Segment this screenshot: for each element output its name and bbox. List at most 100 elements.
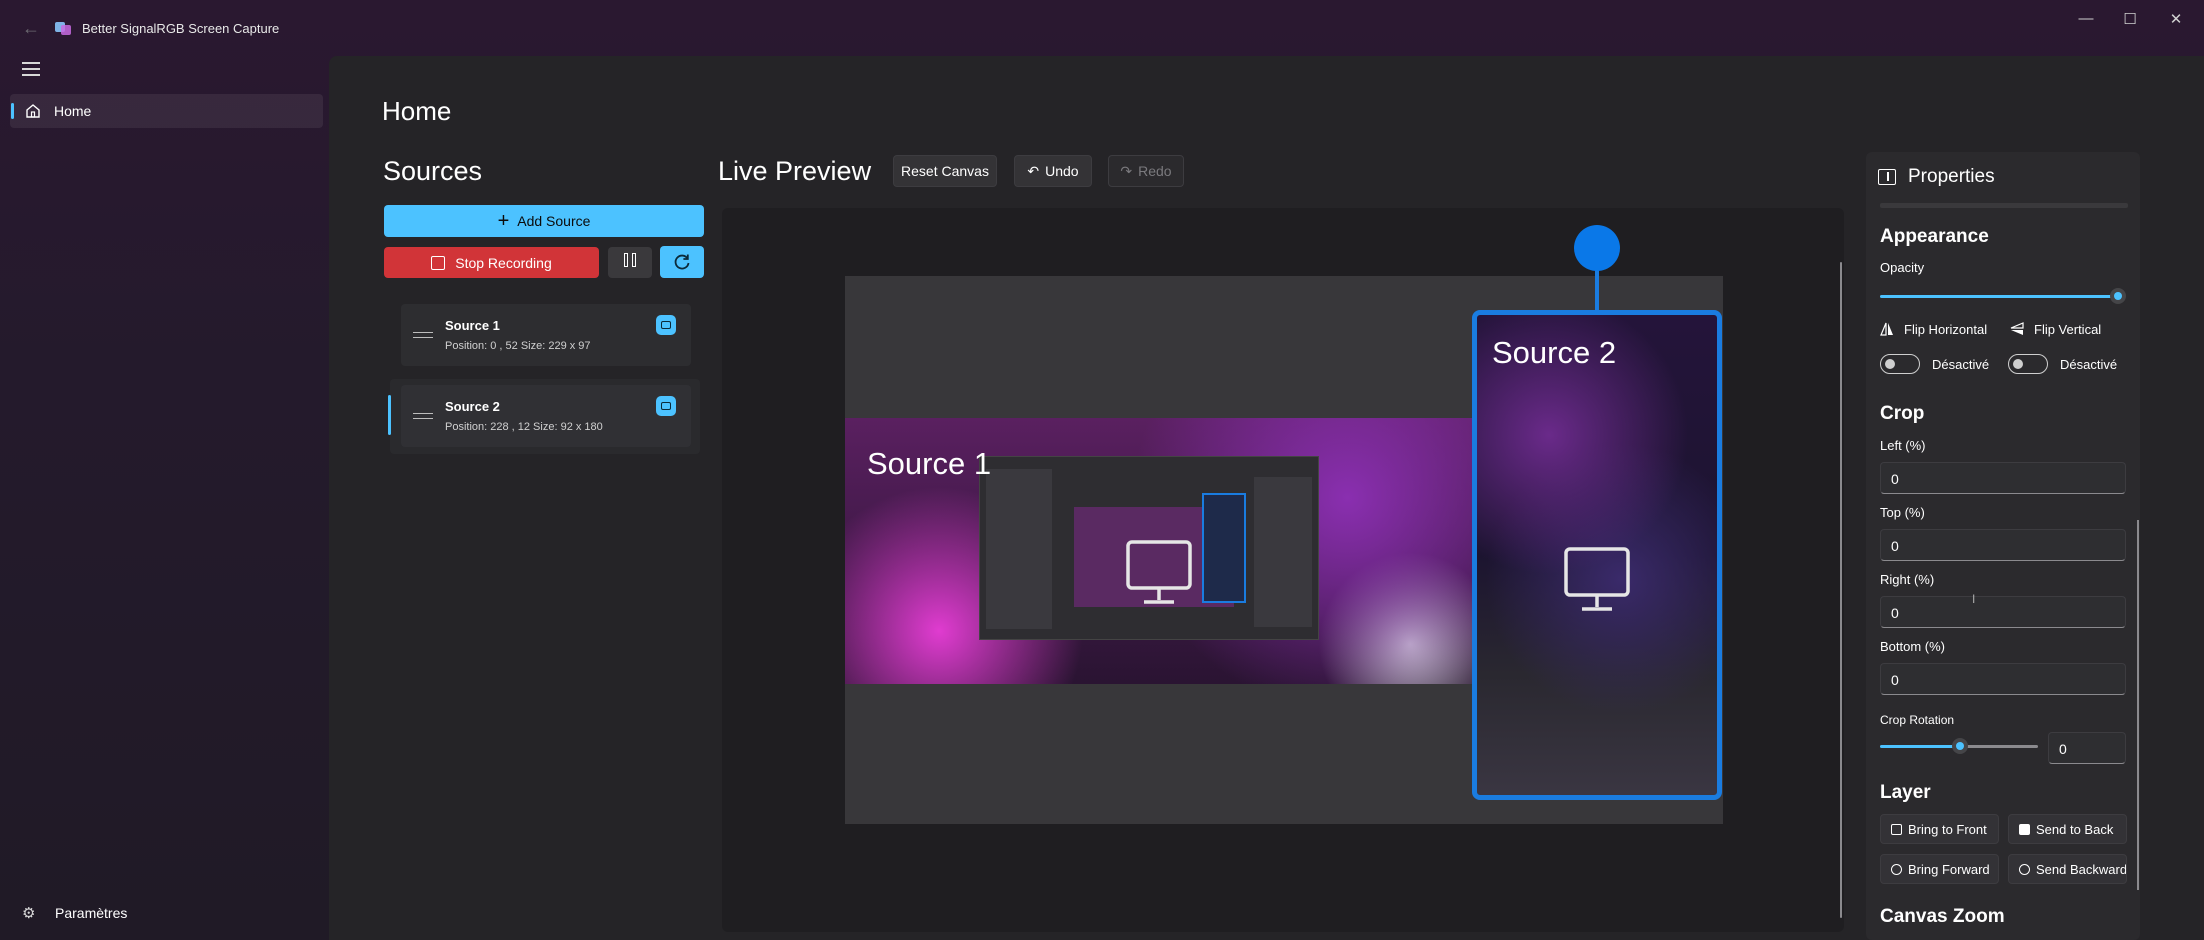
add-source-button[interactable]: + Add Source [384,205,704,237]
flip-horizontal-label: Flip Horizontal [1904,322,1988,337]
nav-home-label: Home [54,103,92,119]
properties-header: Properties [1878,165,1995,189]
drag-handle-icon[interactable] [413,413,433,423]
flip-vertical-toggle[interactable] [2008,354,2048,374]
canvas-source-2-selected[interactable]: Source 2 [1472,310,1722,800]
flip-vertical-label: Flip Vertical [2034,322,2102,337]
nav-item-home[interactable]: Home [10,94,323,128]
bring-to-front-button[interactable]: Bring to Front [1880,814,1999,844]
preview-scrollbar[interactable] [1840,262,1842,918]
sources-heading: Sources [383,156,483,186]
maximize-button[interactable]: ☐ [2110,10,2150,32]
properties-title: Properties [1908,166,1995,187]
monitor-icon [656,396,676,416]
home-icon [26,104,40,118]
flip-horizontal-toggle[interactable] [1880,354,1920,374]
layer-heading: Layer [1880,782,1931,803]
send-backward-button[interactable]: Send Backward [2008,854,2127,884]
crop-right-label: Right (%) [1880,572,1935,587]
monitor-icon [1126,540,1192,604]
redo-button[interactable]: ↷ Redo [1108,155,1184,187]
panel-icon [1878,169,1896,185]
opacity-slider-thumb[interactable] [2110,288,2126,304]
send-to-back-label: Send to Back [2036,822,2114,837]
add-source-label: Add Source [517,213,591,229]
crop-left-input[interactable]: 0 [1880,462,2126,494]
redo-label: Redo [1138,163,1172,179]
crop-bottom-label: Bottom (%) [1880,639,1946,654]
stop-recording-label: Stop Recording [455,254,552,271]
pause-icon [622,253,638,272]
source-name: Source 2 [445,399,500,414]
crop-rotation-input[interactable]: 0 [2048,732,2126,764]
flip-vertical-state: Désactivé [2060,357,2118,372]
properties-scrollbar[interactable] [2137,520,2139,890]
opacity-label: Opacity [1880,260,1925,275]
undo-icon: ↶ [1027,162,1040,179]
bring-forward-button[interactable]: Bring Forward [1880,854,1999,884]
crop-top-label: Top (%) [1880,505,1925,520]
refresh-button[interactable] [660,246,704,278]
plus-icon: + [497,210,510,232]
source-list-item-selected[interactable]: Source 2 Position: 228 , 12 Size: 92 x 1… [401,385,691,447]
send-to-back-icon [2019,824,2030,835]
app-title: Better SignalRGB Screen Capture [82,21,280,36]
bring-forward-icon [1891,864,1902,875]
stop-recording-button[interactable]: Stop Recording [384,247,599,278]
crop-top-input[interactable]: 0 [1880,529,2126,561]
nav-item-settings[interactable]: ⚙ Paramètres [18,902,218,926]
bring-to-front-icon [1891,824,1902,835]
crop-rotation-label: Crop Rotation [1880,713,1955,727]
undo-label: Undo [1045,163,1079,179]
canvas-zoom-heading: Canvas Zoom [1880,906,2005,927]
crop-rotation-slider-fill[interactable] [1880,745,1960,748]
pause-button[interactable] [608,247,652,278]
crop-rotation-slider-track[interactable] [1960,745,2038,748]
source-list-item[interactable]: Source 1 Position: 0 , 52 Size: 229 x 97 [401,304,691,366]
crop-bottom-input[interactable]: 0 [1880,663,2126,695]
text-cursor-icon: I [1972,592,1976,606]
send-backward-icon [2019,864,2030,875]
gear-icon: ⚙ [22,905,36,922]
rotation-handle[interactable] [1574,225,1620,271]
app-logo-icon [55,22,71,35]
send-to-back-button[interactable]: Send to Back [2008,814,2127,844]
monitor-icon [656,315,676,335]
crop-heading: Crop [1880,403,1925,424]
close-button[interactable]: ✕ [2156,10,2196,32]
source-name: Source 1 [445,318,500,333]
stop-icon [431,255,446,270]
flip-horizontal-state: Désactivé [1932,357,1990,372]
minimize-button[interactable]: — [2066,10,2106,32]
flip-horizontal-icon [1880,322,1893,336]
opacity-slider-track[interactable] [1880,295,2116,298]
canvas-source-1[interactable]: Source 1 [845,418,1473,684]
page-title: Home [382,96,452,126]
bring-to-front-label: Bring to Front [1908,822,1987,837]
reset-canvas-button[interactable]: Reset Canvas [893,155,997,187]
crop-left-label: Left (%) [1880,438,1926,453]
properties-divider [1880,203,2128,208]
flip-vertical-icon [2010,322,2024,335]
drag-handle-icon[interactable] [413,332,433,342]
source-meta: Position: 0 , 52 Size: 229 x 97 [445,340,591,352]
crop-right-input[interactable]: 0 [1880,596,2126,628]
source-meta: Position: 228 , 12 Size: 92 x 180 [445,421,603,433]
monitor-icon [1564,547,1630,611]
canvas-source-2-label: Source 2 [1492,335,1617,370]
bring-forward-label: Bring Forward [1908,862,1990,877]
nav-settings-label: Paramètres [55,905,128,921]
send-backward-label: Send Backward [2036,862,2127,877]
nav-selection-indicator [11,103,14,119]
appearance-heading: Appearance [1880,226,1989,247]
canvas-source-1-label: Source 1 [867,446,992,481]
crop-rotation-slider-thumb[interactable] [1952,738,1968,754]
live-preview-heading: Live Preview [718,156,872,186]
source-selection-indicator [388,395,391,435]
refresh-icon [674,254,690,270]
arrow-left-icon[interactable]: ← [22,18,42,38]
redo-icon: ↷ [1120,162,1133,179]
hamburger-icon[interactable] [22,62,40,76]
title-bar: ← Better SignalRGB Screen Capture — ☐ ✕ [0,0,2204,56]
undo-button[interactable]: ↶ Undo [1014,155,1092,187]
